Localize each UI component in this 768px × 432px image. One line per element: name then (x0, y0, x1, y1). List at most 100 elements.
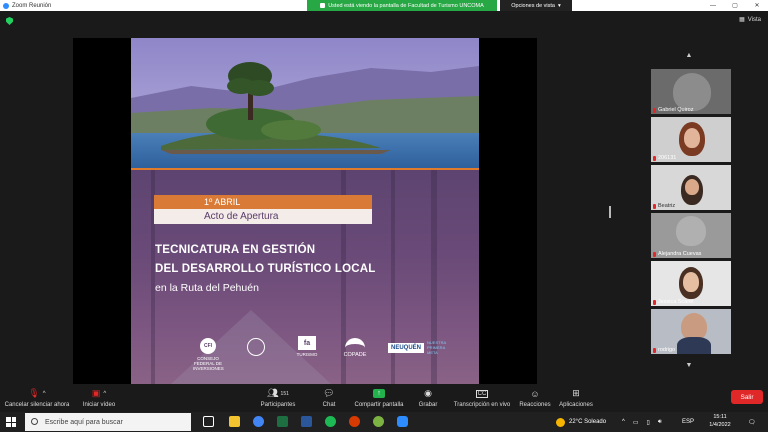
chevron-up-icon[interactable]: ^ (103, 391, 106, 397)
splitter-handle[interactable] (609, 206, 611, 218)
mic-muted-icon (653, 251, 656, 257)
taskbar-search-input[interactable]: Escribe aquí para buscar (25, 413, 191, 431)
slide-title-line1: TECNICATURA EN GESTIÓN (155, 244, 316, 256)
taskbar-clock[interactable]: 15:11 1/4/2022 (700, 413, 740, 429)
mic-muted-icon (653, 155, 656, 161)
slide-event: Acto de Apertura (204, 211, 279, 222)
file-explorer-icon[interactable] (229, 416, 240, 427)
search-icon (31, 418, 38, 425)
minimize-icon[interactable]: — (702, 0, 724, 11)
neuquen-logo: NEUQUÉN NUESTRA PRIMERA META (388, 340, 458, 355)
media-player-icon[interactable] (349, 416, 360, 427)
zoom-taskbar-icon[interactable] (397, 416, 408, 427)
apps-button[interactable]: ⊞ Aplicaciones (558, 387, 594, 408)
weather-text: 22°C Soleado (569, 419, 607, 425)
spotify-icon[interactable] (325, 416, 336, 427)
participant-name: Jessica Scarel (653, 299, 693, 305)
participant-tile[interactable]: Alejandra Cuevas (651, 213, 731, 258)
maximize-icon[interactable]: ▢ (724, 0, 746, 11)
mute-button[interactable]: 🎙︎ ^ Cancelar silenciar ahora (4, 387, 70, 408)
microphone-muted-icon: 🎙︎ (28, 388, 40, 398)
start-video-button[interactable]: ▣ ^ Iniciar vídeo (80, 387, 118, 408)
participants-label: Participantes (260, 402, 296, 408)
apps-icon: ⊞ (572, 388, 580, 398)
cfi-logo: CFI CONSEJO FEDERAL DE INVERSIONES (193, 338, 224, 371)
slide-date: 1º ABRIL (204, 197, 241, 207)
network-icon[interactable]: ▭ (633, 419, 639, 426)
participant-name: 206131 (653, 155, 676, 161)
windows-start-icon[interactable] (6, 417, 16, 427)
chevron-up-icon[interactable]: ^ (622, 419, 625, 425)
clock-date: 1/4/2022 (709, 422, 731, 428)
participants-scroll-up-icon[interactable]: ▲ (679, 52, 699, 64)
battery-icon[interactable]: ▯ (647, 419, 650, 426)
weather-widget[interactable]: 22°C Soleado (556, 412, 606, 432)
mute-label: Cancelar silenciar ahora (4, 402, 70, 408)
participant-tile[interactable]: 206131 (651, 117, 731, 162)
participants-scroll-down-icon[interactable]: ▼ (679, 362, 699, 374)
turismo-logo-caption: TURISMO (296, 352, 318, 357)
view-options-button[interactable]: Opciones de vista ▾ (500, 0, 572, 11)
participants-icon: 👥︎ (267, 388, 279, 398)
participants-button[interactable]: 👥︎ 151 Participantes (256, 387, 300, 408)
copade-logo-caption: COPADE (343, 352, 367, 358)
word-icon[interactable] (301, 416, 312, 427)
record-button[interactable]: ◉ Grabar (416, 387, 440, 408)
leave-button[interactable]: Salir (731, 390, 763, 404)
chevron-up-icon[interactable]: ^ (43, 391, 46, 397)
participant-tile[interactable]: rodrigo (651, 309, 731, 354)
closed-caption-icon: CC (475, 389, 489, 398)
view-label: Vista (747, 16, 761, 23)
apps-label: Aplicaciones (559, 402, 593, 408)
mic-muted-icon (653, 299, 656, 305)
mic-muted-icon (653, 203, 656, 209)
close-icon[interactable]: ✕ (746, 0, 768, 11)
clock-time: 15:11 (713, 414, 727, 420)
cfi-logo-caption: CONSEJO FEDERAL DE INVERSIONES (193, 356, 224, 371)
participant-tile[interactable]: Beatriz (651, 165, 731, 210)
participant-tile[interactable]: Jessica Scarel (651, 261, 731, 306)
task-view-icon[interactable] (203, 416, 214, 427)
view-button[interactable]: ▦ Vista (739, 16, 761, 24)
grid-view-icon: ▦ (739, 17, 745, 23)
shield-small-icon (320, 3, 326, 8)
chat-icon: 💬︎ (323, 388, 335, 398)
participant-name: Alejandra Cuevas (653, 251, 701, 257)
copade-logo: COPADE (338, 338, 372, 358)
mic-muted-icon (653, 347, 656, 353)
search-placeholder: Escribe aquí para buscar (45, 418, 123, 426)
notifications-icon[interactable]: 🗨︎ (748, 412, 756, 432)
excel-icon[interactable] (277, 416, 288, 427)
language-text: ESP (682, 419, 695, 425)
zoom-logo-icon (3, 2, 9, 9)
app-icon[interactable] (373, 416, 384, 427)
share-banner[interactable]: Usted está viendo la pantalla de Faculta… (307, 0, 497, 11)
participant-name: rodrigo (653, 347, 675, 353)
chat-label: Chat (322, 402, 336, 408)
lake-photo (131, 38, 479, 170)
live-transcript-button[interactable]: CC Transcripción en vivo (452, 387, 512, 408)
chat-button[interactable]: 💬︎ Chat (318, 387, 340, 408)
participant-tile[interactable]: Gabriel Quiroz (651, 69, 731, 114)
view-options-label: Opciones de vista (511, 2, 555, 9)
participants-count: 151 (280, 390, 289, 397)
turismo-logo: fa TURISMO (291, 336, 323, 357)
volume-icon[interactable]: 🔊︎ (658, 419, 662, 426)
reactions-button[interactable]: ☺ Reacciones (518, 387, 552, 409)
language-indicator[interactable]: ESP (682, 412, 694, 432)
slide-title-line2: DEL DESARROLLO TURÍSTICO LOCAL (155, 263, 376, 275)
reactions-icon: ☺ (530, 388, 540, 399)
event-banner: Acto de Apertura (154, 209, 372, 224)
turismo-logo-mark: fa (298, 336, 316, 350)
share-screen-button[interactable]: ↑ Compartir pantalla (352, 387, 406, 408)
share-banner-text: Usted está viendo la pantalla de Faculta… (328, 2, 484, 9)
sponsor-logos: CFI CONSEJO FEDERAL DE INVERSIONES fa TU… (193, 332, 473, 372)
university-seal-logo (241, 338, 271, 358)
window-title: Zoom Reunión (12, 2, 52, 9)
sun-icon (556, 417, 565, 427)
neuquen-logo-mark: NEUQUÉN (388, 342, 425, 353)
date-banner: 1º ABRIL (154, 195, 372, 209)
share-label: Compartir pantalla (354, 402, 404, 408)
chrome-icon[interactable] (253, 416, 264, 427)
video-label: Iniciar vídeo (82, 402, 116, 408)
